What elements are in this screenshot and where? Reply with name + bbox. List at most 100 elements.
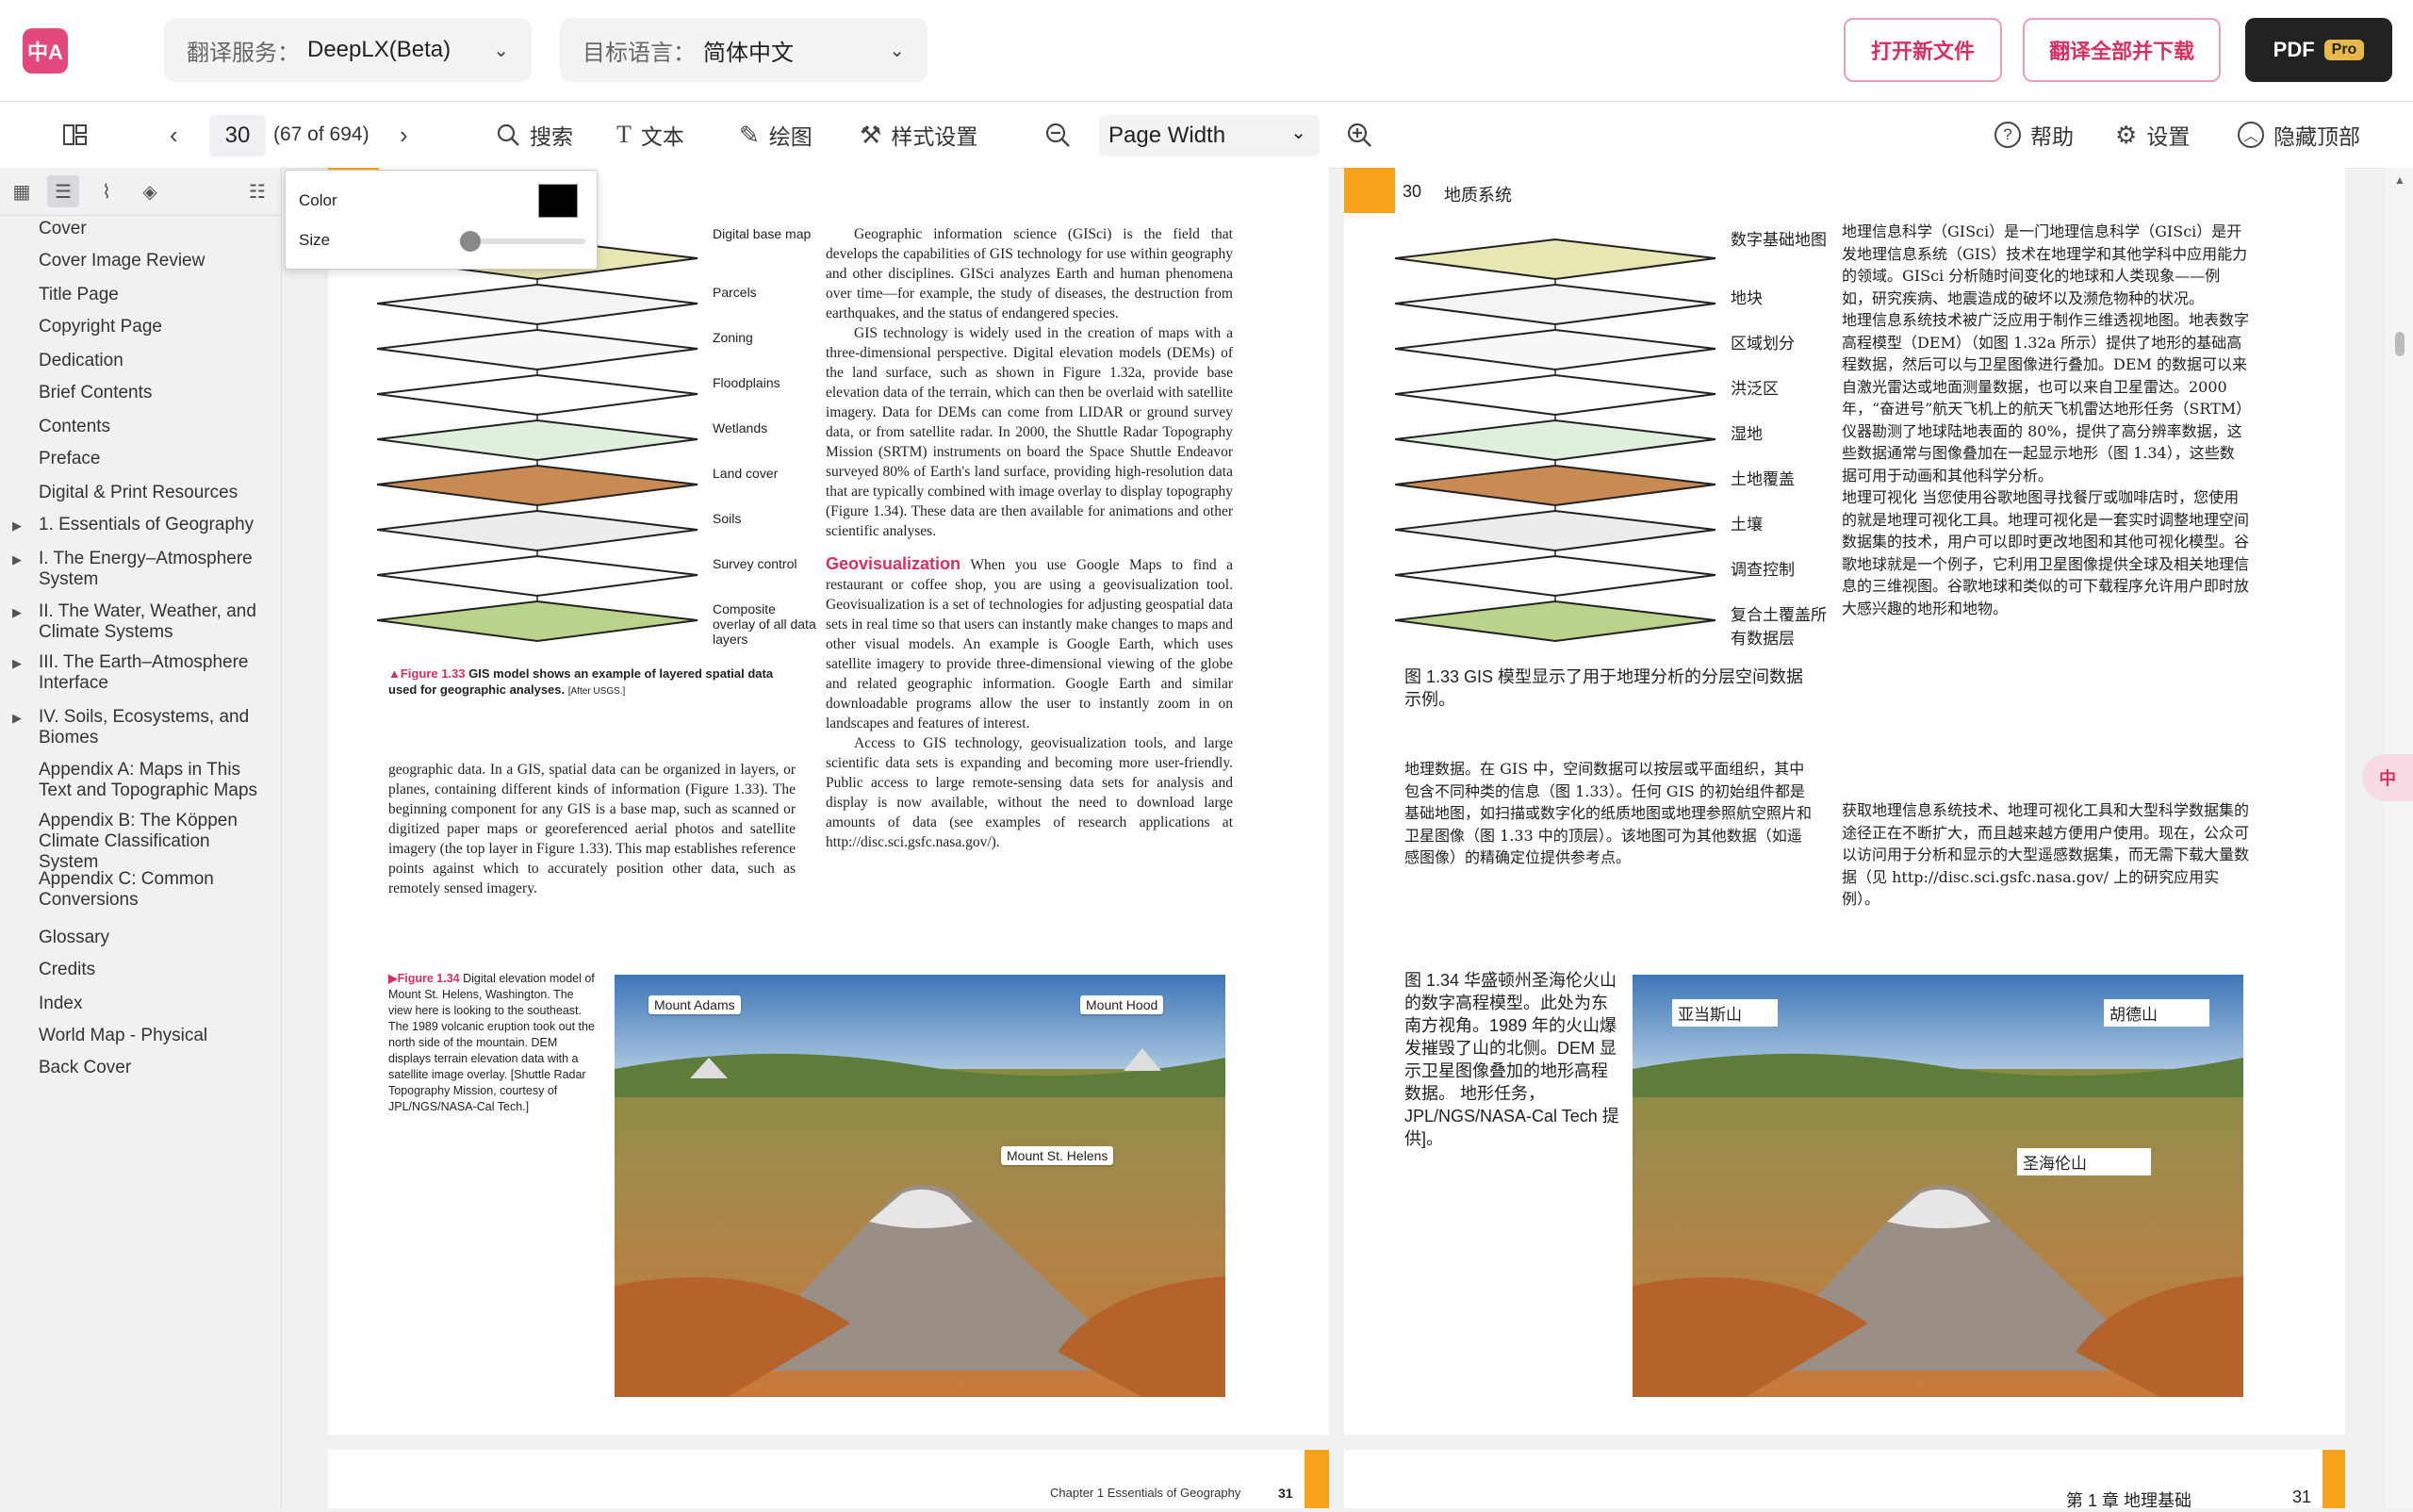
- layers-tab[interactable]: ◈: [134, 175, 166, 207]
- page-number-block: [1344, 168, 1395, 213]
- toc-item[interactable]: World Map - Physical: [39, 1026, 274, 1046]
- language-value: 简体中文: [703, 40, 794, 66]
- expand-arrow-icon[interactable]: ▶: [12, 656, 22, 671]
- zoom-value: Page Width: [1108, 123, 1226, 148]
- page-edge-tab: [1305, 1450, 1329, 1508]
- search-button[interactable]: 搜索: [496, 102, 573, 168]
- help-button[interactable]: ? 帮助: [1994, 102, 2074, 168]
- expand-arrow-icon[interactable]: ▶: [12, 605, 22, 620]
- pdf-label: PDF: [2273, 38, 2315, 61]
- toc-item[interactable]: Title Page: [39, 285, 274, 305]
- zoom-out-button[interactable]: [1044, 102, 1071, 168]
- style-settings-button[interactable]: ⚒ 样式设置: [860, 102, 977, 168]
- caption-text: Digital elevation model of Mount St. Hel…: [388, 972, 595, 1113]
- hide-top-button[interactable]: ︿ 隐藏顶部: [2238, 102, 2360, 168]
- toc-item[interactable]: Copyright Page: [39, 317, 274, 337]
- outline-options-button[interactable]: ☷: [241, 175, 273, 207]
- toc-item[interactable]: Glossary: [39, 928, 274, 948]
- grid-icon: ▦: [12, 181, 31, 203]
- gis-layer-plane: [377, 283, 698, 326]
- zoom-in-icon: [1347, 123, 1371, 147]
- layer-label: 复合土覆盖所有数据层: [1731, 606, 1827, 648]
- toc-item[interactable]: Preface: [39, 449, 274, 469]
- paragraph-dem: GIS technology is widely used in the cre…: [826, 325, 1233, 539]
- translate-all-download-button[interactable]: 翻译全部并下载: [2023, 18, 2221, 82]
- toc-item[interactable]: I. The Energy–Atmosphere System: [39, 549, 274, 590]
- toc-item[interactable]: Appendix A: Maps in This Text and Topogr…: [39, 760, 274, 801]
- pro-badge: Pro: [2323, 40, 2365, 60]
- toc-item[interactable]: III. The Earth–Atmosphere Interface: [39, 652, 274, 694]
- sidebar-toggle-button[interactable]: [62, 102, 89, 168]
- layer-label: Land cover: [713, 466, 779, 481]
- layer-label: 土地覆盖: [1731, 470, 1795, 488]
- terrain-illustration: [615, 975, 1225, 1397]
- toc-item[interactable]: II. The Water, Weather, and Climate Syst…: [39, 601, 274, 643]
- expand-arrow-icon[interactable]: ▶: [12, 552, 22, 567]
- figure-1-33-caption: ▲Figure 1.33 GIS model shows an example …: [388, 666, 784, 699]
- chevron-right-icon: ›: [400, 120, 408, 149]
- toc-item[interactable]: Index: [39, 994, 274, 1014]
- page-number-input[interactable]: 30: [209, 115, 266, 156]
- expand-arrow-icon[interactable]: ▶: [12, 518, 22, 534]
- vertical-scrollbar[interactable]: [2385, 168, 2413, 1508]
- open-file-button[interactable]: 打开新文件: [1844, 18, 2002, 82]
- gis-layer-plane: [1395, 554, 1716, 598]
- toc-item[interactable]: Appendix C: Common Conversions: [39, 869, 274, 911]
- toc-item[interactable]: Appendix B: The Köppen Climate Classific…: [39, 811, 274, 873]
- draw-label: 绘图: [768, 124, 813, 149]
- toc-item[interactable]: IV. Soils, Ecosystems, and Biomes: [39, 707, 274, 748]
- toc-item[interactable]: Cover: [39, 219, 274, 239]
- toc-item[interactable]: Digital & Print Resources: [39, 483, 274, 503]
- toc-item[interactable]: Contents: [39, 417, 274, 437]
- gis-layer-plane: [1395, 328, 1716, 371]
- toc-item[interactable]: Dedication: [39, 351, 274, 371]
- gis-layer-plane: [1395, 464, 1716, 507]
- floating-translate-button[interactable]: 中: [2362, 754, 2413, 801]
- size-slider-thumb[interactable]: [459, 231, 481, 252]
- layer-label: 土壤: [1731, 516, 1763, 534]
- right-col1-text: 地理数据。在 GIS 中，空间数据可以按层或平面组织，其中包含不同种类的信息（图…: [1404, 760, 1813, 866]
- draw-tool-button[interactable]: ✎ 绘图: [739, 102, 813, 168]
- service-label: 翻译服务：: [187, 40, 300, 66]
- right-footer-chapter: 第 1 章 地理基础: [2066, 1491, 2192, 1510]
- gis-layer-plane: [377, 554, 698, 598]
- zoom-select[interactable]: Page Width ⌄: [1099, 115, 1320, 156]
- toc-item[interactable]: Credits: [39, 960, 274, 980]
- gis-layer-plane: [377, 328, 698, 371]
- layer-label: Parcels: [713, 285, 757, 300]
- app-logo: 中A: [23, 28, 68, 74]
- service-value: DeepLX(Beta): [307, 37, 451, 62]
- thumbnails-tab[interactable]: ▦: [6, 175, 38, 207]
- gis-layer-plane: [377, 373, 698, 417]
- zoom-in-button[interactable]: [1346, 102, 1372, 168]
- next-page-button[interactable]: ›: [400, 102, 408, 168]
- layer-label: 调查控制: [1731, 561, 1795, 579]
- paragraph-access: Access to GIS technology, geovisualizati…: [826, 735, 1233, 850]
- toc-item[interactable]: 1. Essentials of Geography: [39, 515, 274, 535]
- scroll-up-icon[interactable]: ▲: [2394, 173, 2405, 187]
- label-mount-hood: Mount Hood: [1080, 995, 1164, 1014]
- outline-tab[interactable]: ☰: [47, 175, 79, 207]
- translation-service-select[interactable]: 翻译服务： DeepLX(Beta) ⌄: [164, 18, 532, 82]
- text-tool-button[interactable]: T 文本: [616, 102, 684, 168]
- attachments-tab[interactable]: ⌇: [90, 175, 123, 207]
- figure-1-33-caption-zh: 图 1.33 GIS 模型显示了用于地理分析的分层空间数据示例。: [1404, 667, 1804, 709]
- layer-label: 洪泛区: [1731, 380, 1779, 398]
- color-swatch[interactable]: [538, 184, 578, 218]
- right-next-page: [1344, 1450, 2345, 1508]
- gis-layer-plane: [1395, 238, 1716, 281]
- target-language-select[interactable]: 目标语言： 简体中文 ⌄: [560, 18, 927, 82]
- toc-item[interactable]: Cover Image Review: [39, 251, 274, 271]
- prev-page-button[interactable]: ‹: [170, 102, 178, 168]
- pdf-pro-button[interactable]: PDF Pro: [2245, 18, 2392, 82]
- gis-layer-plane: [377, 464, 698, 507]
- size-label: Size: [299, 231, 331, 249]
- gis-layer-plane: [1395, 373, 1716, 417]
- text-icon: T: [616, 121, 632, 148]
- toc-item[interactable]: Brief Contents: [39, 383, 274, 403]
- scrollbar-thumb[interactable]: [2395, 332, 2405, 356]
- settings-button[interactable]: ⚙ 设置: [2115, 102, 2190, 168]
- toc-item[interactable]: Back Cover: [39, 1058, 274, 1078]
- layers-icon: ◈: [142, 181, 157, 203]
- expand-arrow-icon[interactable]: ▶: [12, 711, 22, 726]
